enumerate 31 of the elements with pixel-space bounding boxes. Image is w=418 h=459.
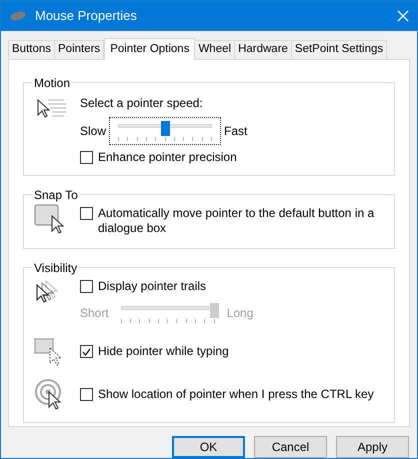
group-title: Visibility: [33, 260, 78, 277]
dialog-button[interactable]: OK: [172, 436, 245, 458]
checkbox[interactable]: [80, 345, 93, 358]
checkbox[interactable]: [80, 280, 93, 293]
dialog-button[interactable]: Apply: [336, 436, 409, 458]
tab[interactable]: Pointer Options: [104, 38, 196, 60]
group-title: Snap To: [33, 186, 79, 204]
slider-label: Short: [80, 304, 109, 322]
checkbox[interactable]: [80, 206, 93, 220]
checkbox[interactable]: [80, 150, 93, 164]
slider-label: Fast: [224, 122, 248, 140]
tab[interactable]: Buttons: [8, 40, 55, 59]
tab[interactable]: Pointers: [54, 40, 104, 59]
slider-label: Slow: [80, 122, 106, 140]
checkbox-label: Hide pointer while typing: [98, 344, 229, 360]
tab[interactable]: SetPoint Settings: [290, 40, 388, 59]
checkbox-label: Display pointer trails: [98, 278, 206, 294]
slider[interactable]: [110, 118, 220, 144]
checkmark-icon: [82, 348, 91, 356]
window-title: Mouse Properties: [35, 7, 138, 26]
checkbox-label: Enhance pointer precision: [98, 150, 237, 165]
slider-thumb[interactable]: [161, 120, 170, 136]
checkbox[interactable]: [80, 388, 93, 402]
group-title: Motion: [33, 74, 72, 92]
slider-label: Long: [226, 304, 254, 322]
mouse-icon: [9, 10, 27, 21]
checkbox-label: Show location of pointer when I press the CTRL key: [98, 387, 374, 402]
close-icon[interactable]: [397, 10, 409, 22]
speed-label: Select a pointer speed:: [80, 94, 204, 112]
dialog-button[interactable]: Cancel: [254, 436, 327, 458]
checkbox-label: Automatically move pointer to the default button in a dialogue box: [98, 206, 376, 236]
